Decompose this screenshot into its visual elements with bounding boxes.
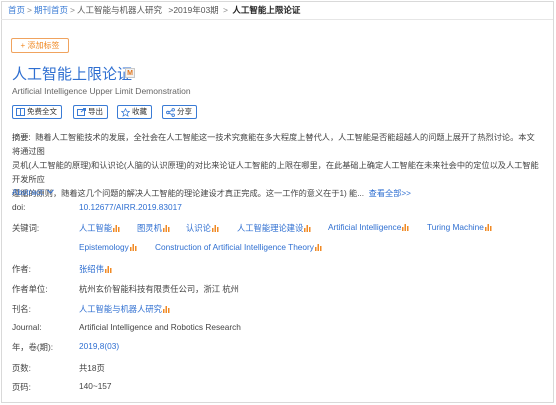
abstract-en-toggle[interactable]: Abstract: <box>12 187 54 197</box>
breadcrumb-issue[interactable]: >2019年03期 <box>168 5 218 15</box>
journal-cn-label: 刊名: <box>12 304 31 314</box>
abstract-line: 摘要: 随着人工智能技术的发展，全社会在人工智能这一技术究竟能在多大程度上替代人… <box>12 131 542 159</box>
breadcrumb-separator: > <box>27 5 32 15</box>
keyword-text: 图灵机 <box>137 223 162 233</box>
keyword-link[interactable]: Artificial Intelligence <box>328 222 410 232</box>
favorite-button[interactable]: 收藏 <box>117 105 152 119</box>
header-divider <box>1 19 553 20</box>
keyword-link[interactable]: 图灵机 <box>137 222 171 234</box>
export-button[interactable]: 导出 <box>73 105 108 119</box>
keyword-text: Artificial Intelligence <box>328 222 402 232</box>
journal-cn-link[interactable]: 人工智能与机器人研究 <box>79 303 171 315</box>
add-tag-button[interactable]: + 添加标签 <box>11 38 69 53</box>
abstract-text: 遵循的原则，随着这几个问题的解决人工智能的理论建设才真正完成。这一工作的意义在于… <box>12 189 365 198</box>
keyword-text: Epistemology <box>79 242 129 252</box>
doi-label: doi: <box>12 202 26 212</box>
keyword-link[interactable]: 人工智能 <box>79 222 121 234</box>
abstract-text: 随着人工智能技术的发展，全社会在人工智能这一技术究竟能在多大程度上替代人，人工智… <box>12 133 535 156</box>
share-icon <box>166 108 175 117</box>
breadcrumb-separator <box>164 5 166 15</box>
keyword-text: 人工智能 <box>79 223 113 233</box>
star-icon <box>121 108 130 117</box>
author-link[interactable]: 张绍伟 <box>79 263 113 275</box>
doi-link[interactable]: 10.12677/AIRR.2019.83017 <box>79 202 182 212</box>
chevron-down-icon <box>47 189 54 194</box>
keyword-link[interactable]: 人工智能理论建设 <box>237 222 312 234</box>
bar-chart-icon[interactable] <box>113 224 121 232</box>
keyword-link[interactable]: Turing Machine <box>427 222 493 232</box>
export-icon <box>77 108 86 116</box>
breadcrumb-separator: > <box>220 5 231 15</box>
bar-chart-icon[interactable] <box>104 265 113 273</box>
breadcrumb-current: 人工智能上限论证 <box>232 5 301 15</box>
affiliation-label: 作者单位: <box>12 284 48 294</box>
bar-chart-icon[interactable] <box>162 305 171 313</box>
keyword-text: 认识论 <box>186 223 211 233</box>
breadcrumb-journal-home[interactable]: 期刊首页 <box>34 5 68 15</box>
keyword-link[interactable]: 认识论 <box>186 222 220 234</box>
keyword-text: 人工智能理论建设 <box>237 223 304 233</box>
favorite-label: 收藏 <box>132 107 147 116</box>
abstract-block: 摘要: 随着人工智能技术的发展，全社会在人工智能这一技术究竟能在多大程度上替代人… <box>12 131 542 201</box>
author-label: 作者: <box>12 264 31 274</box>
export-label: 导出 <box>88 107 103 116</box>
book-icon <box>16 108 25 116</box>
breadcrumb-home[interactable]: 首页 <box>8 5 25 15</box>
view-all-link[interactable]: 查看全部>> <box>369 189 411 198</box>
bar-chart-icon[interactable] <box>304 224 312 232</box>
free-fulltext-button[interactable]: 免费全文 <box>12 105 62 119</box>
author-name: 张绍伟 <box>79 264 104 274</box>
share-label: 分享 <box>177 107 192 116</box>
bar-chart-icon[interactable] <box>484 223 493 231</box>
journal-cn-name: 人工智能与机器人研究 <box>79 304 162 314</box>
page-numbers-label: 页码: <box>12 382 31 392</box>
keywords-label: 关键词: <box>12 223 40 233</box>
bar-chart-icon[interactable] <box>129 243 138 251</box>
abstract-line: 遵循的原则，随着这几个问题的解决人工智能的理论建设才真正完成。这一工作的意义在于… <box>12 187 542 201</box>
journal-label: Journal: <box>12 322 42 332</box>
year-volume-link[interactable]: 2019,8(03) <box>79 341 119 351</box>
article-subtitle: Artificial Intelligence Upper Limit Demo… <box>12 86 191 96</box>
share-button[interactable]: 分享 <box>162 105 197 119</box>
breadcrumb-separator: > <box>70 5 75 15</box>
free-fulltext-label: 免费全文 <box>27 107 57 116</box>
abstract-en-label: Abstract: <box>12 187 45 197</box>
keyword-text: Construction of Artificial Intelligence … <box>155 242 314 252</box>
page-count-value: 共18页 <box>79 363 105 373</box>
bar-chart-icon[interactable] <box>211 224 220 232</box>
abstract-label: 摘要: <box>12 133 31 142</box>
keyword-text: Turing Machine <box>427 222 484 232</box>
abstract-line: 灵机(人工智能的原理)和认识论(人脑的认识原理)的对比来论证人工智能的上限在哪里… <box>12 161 539 184</box>
breadcrumb: 首页 > 期刊首页 > 人工智能与机器人研究 >2019年03期 > 人工智能上限论证 <box>8 4 300 16</box>
keyword-link[interactable]: Epistemology <box>79 242 138 252</box>
page-numbers-value: 140~157 <box>79 381 112 391</box>
bar-chart-icon[interactable] <box>314 243 323 251</box>
m-badge-icon[interactable]: M <box>125 68 135 78</box>
keyword-link[interactable]: Construction of Artificial Intelligence … <box>155 242 323 252</box>
bar-chart-icon[interactable] <box>162 224 171 232</box>
page-count-label: 页数: <box>12 363 31 373</box>
article-title: 人工智能上限论证 <box>12 66 133 83</box>
bar-chart-icon[interactable] <box>402 223 410 231</box>
breadcrumb-journal[interactable]: 人工智能与机器人研究 <box>77 5 162 15</box>
journal-value: Artificial Intelligence and Robotics Res… <box>79 322 241 332</box>
affiliation-value: 杭州玄价智能科技有限责任公司，浙江 杭州 <box>79 284 239 294</box>
year-volume-label: 年，卷(期): <box>12 342 54 352</box>
